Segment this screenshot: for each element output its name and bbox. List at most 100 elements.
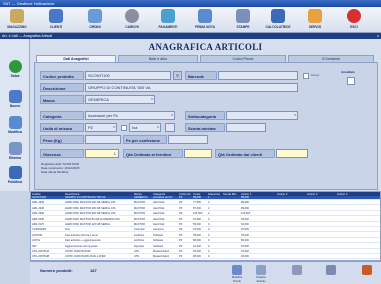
toolbar-orders-button[interactable]: ORDINI: [80, 8, 110, 32]
status-bar: Numero prodotti: 187 Modifica Prezzi Dup…: [30, 261, 381, 284]
toolbar-warehouse-button[interactable]: MAGAZZINO: [2, 8, 32, 32]
toolbar-journal-button[interactable]: PRIMA NOTA: [190, 8, 220, 32]
duplicate-article-button[interactable]: Duplica Articolo: [252, 264, 270, 283]
table-cell: Hard Disk: [153, 201, 165, 205]
table-cell: Generica: [153, 228, 164, 232]
sidebar-new-button[interactable]: Nuovo: [3, 89, 27, 113]
main-toolbar: MAGAZZINO CLIENTI ORDINI CARICHI PAGAMEN…: [0, 7, 381, 33]
table-cell: Hard Disk: [153, 217, 165, 221]
chevron-down-icon: ▾: [294, 113, 296, 117]
scorta-field[interactable]: [226, 123, 266, 132]
codice-field[interactable]: SCONTI100: [85, 71, 171, 80]
sottocategoria-select[interactable]: ▾: [226, 111, 298, 120]
sidebar-delete-button[interactable]: Elimina: [3, 141, 27, 165]
pencil-icon: [326, 265, 336, 275]
table-row[interactable]: ATN-UNITKHA UNITA' CD/DVD ROM ATN Masterizz…: [31, 250, 380, 254]
articles-table: Codice Descrizione Marca Categoria Unità…: [30, 191, 381, 261]
peso-field[interactable]: [85, 135, 121, 144]
table-cell: MAXTOR: [134, 217, 146, 221]
product-count-label: Numero prodotti:: [40, 268, 73, 273]
barcode-field[interactable]: [218, 71, 298, 80]
payments-icon: [161, 9, 175, 23]
categoria-select[interactable]: Accessori per Pc ▾: [85, 111, 175, 120]
tab-codici-prezzi[interactable]: Codici Prezzi: [200, 55, 286, 62]
edit-prices-button[interactable]: Modifica Prezzi: [228, 264, 246, 283]
annullato-checkbox[interactable]: [347, 77, 355, 85]
marca-select[interactable]: GENERICA ▾: [85, 95, 155, 104]
tab-dati-anagrafici[interactable]: Dati Anagrafici: [36, 55, 116, 62]
toolbar-clients-button[interactable]: CLIENTI: [41, 8, 71, 32]
qta-fornitori-field[interactable]: [184, 149, 212, 158]
sidebar-edit-button[interactable]: Modifica: [3, 115, 27, 139]
sidebar-publish-button[interactable]: Pubblica: [3, 165, 27, 189]
tab-note[interactable]: Note e altro: [118, 55, 198, 62]
table-cell: Test: [65, 228, 70, 232]
giacenza-field[interactable]: 1: [85, 149, 119, 158]
toolbar-print-button[interactable]: STAMPE: [228, 8, 258, 32]
con-p-checkbox[interactable]: [303, 73, 309, 79]
iva-select[interactable]: Iva ▾: [129, 123, 161, 132]
table-cell: 87,000: [193, 206, 201, 210]
table-row[interactable]: HM1-5160 HARD DISK MAXTOR 80 GB CUADERNO …: [31, 217, 380, 222]
table-cell: 45,000: [241, 255, 249, 259]
table-cell: Software: [153, 233, 164, 237]
form-area: ANAGRAFICA ARTICOLI Dati Anagrafici Note…: [30, 39, 381, 191]
table-cell: HM1-2950: [32, 212, 45, 216]
clients-icon: [49, 9, 63, 23]
table-cell: 62,000: [241, 223, 249, 226]
table-cell: ATN: [134, 255, 139, 259]
pz-confezione-label: Pz per confezione: [123, 135, 167, 144]
table-row[interactable]: HM1-2950 HARD DISK MAXTOR 250 GB SERIAL A…: [31, 212, 380, 217]
toolbar-calculator-button[interactable]: CALCOLATRICE: [263, 8, 293, 32]
form-title: ANAGRAFICA ARTICOLI: [148, 42, 263, 52]
tab-contatore[interactable]: Il Contatore: [288, 55, 374, 62]
table-cell: GENERICA: [134, 196, 148, 199]
table-cell: 45,000: [241, 233, 249, 237]
codice-label: Codice prodotto: [40, 71, 84, 80]
table-cell: Hard Disk: [153, 223, 165, 226]
qta-clienti-field[interactable]: [276, 149, 308, 158]
table-row[interactable]: ANT01 Fast antivirus + aggiornamento AntiV…: [31, 239, 380, 244]
table-row[interactable]: ANTIVIR Fast antivirus licenza 1 anno Anti…: [31, 233, 380, 238]
table-cell: PZ: [179, 255, 183, 259]
table-cell: 2: [208, 201, 210, 205]
table-row[interactable]: ATN-UNITKHB UNITA' CD/DVD-RW DUAL LAYER AT…: [31, 255, 380, 260]
form-tabs: Dati Anagrafici Note e altro Codici Prez…: [30, 55, 381, 62]
iva-checkbox[interactable]: [121, 125, 127, 131]
table-row[interactable]: CODICE001 Test Cosmetic Generica PZ 15,000 0 20…: [31, 228, 380, 233]
table-cell: HM1-5170: [32, 223, 45, 226]
table-cell: SCONTI100: [32, 196, 47, 199]
table-row[interactable]: HM1-5170 HARD DISK MAXTOR 120 GB SERIAL MA…: [31, 223, 380, 227]
exit-door-button[interactable]: [358, 264, 376, 283]
toolbar-loads-button[interactable]: CARICHI: [117, 8, 147, 32]
table-cell: HM1-5160: [32, 217, 45, 221]
chevron-down-icon: ▾: [113, 125, 115, 129]
toolbar-services-button[interactable]: SERVIZI: [300, 8, 330, 32]
exit-door-icon: [362, 265, 372, 275]
table-cell: 20,000: [241, 228, 249, 232]
toolbar-exit-button[interactable]: ESCI: [339, 8, 369, 32]
toolbar-payments-button[interactable]: PAGAMENTI: [153, 8, 183, 32]
table-row[interactable]: S67 Aggiornamento anti spyware Spyware Soft…: [31, 245, 380, 249]
pz-confezione-field[interactable]: [168, 135, 208, 144]
table-cell: 0: [208, 239, 210, 243]
table-cell: 2: [208, 212, 210, 216]
iva-code-field[interactable]: [165, 123, 175, 132]
calculator-icon: [271, 9, 285, 23]
loads-icon: [125, 9, 139, 23]
table-cell: AntiVirus: [134, 239, 145, 243]
unita-select[interactable]: PZ ▾: [85, 123, 117, 132]
delete-icon: [8, 142, 22, 155]
descrizione-field[interactable]: GRUPPO DI CONTINUITA' 500 VA: [85, 83, 298, 92]
tools-button[interactable]: [288, 264, 306, 283]
pencil-button[interactable]: [322, 264, 340, 283]
search-code-button[interactable]: ⚲: [173, 71, 182, 80]
sidebar-save-button[interactable]: Salva: [3, 59, 27, 83]
table-cell: Masterizzatori: [153, 255, 170, 259]
table-row[interactable]: HM1-2940 HARD DISK MAXTOR 200 GB SERIAL A…: [31, 206, 380, 211]
table-row[interactable]: SCONTI100 GRUPPO DI CONTINUITA' 500 VA GEN…: [31, 196, 380, 200]
table-cell: ANTIVIR: [32, 233, 43, 237]
annullato-label: Annullato: [341, 70, 355, 74]
table-row[interactable]: HM1-2930 HARD DISK MAXTOR 200 GB SERIAL A…: [31, 201, 380, 206]
chevron-down-icon: ▾: [171, 113, 173, 117]
